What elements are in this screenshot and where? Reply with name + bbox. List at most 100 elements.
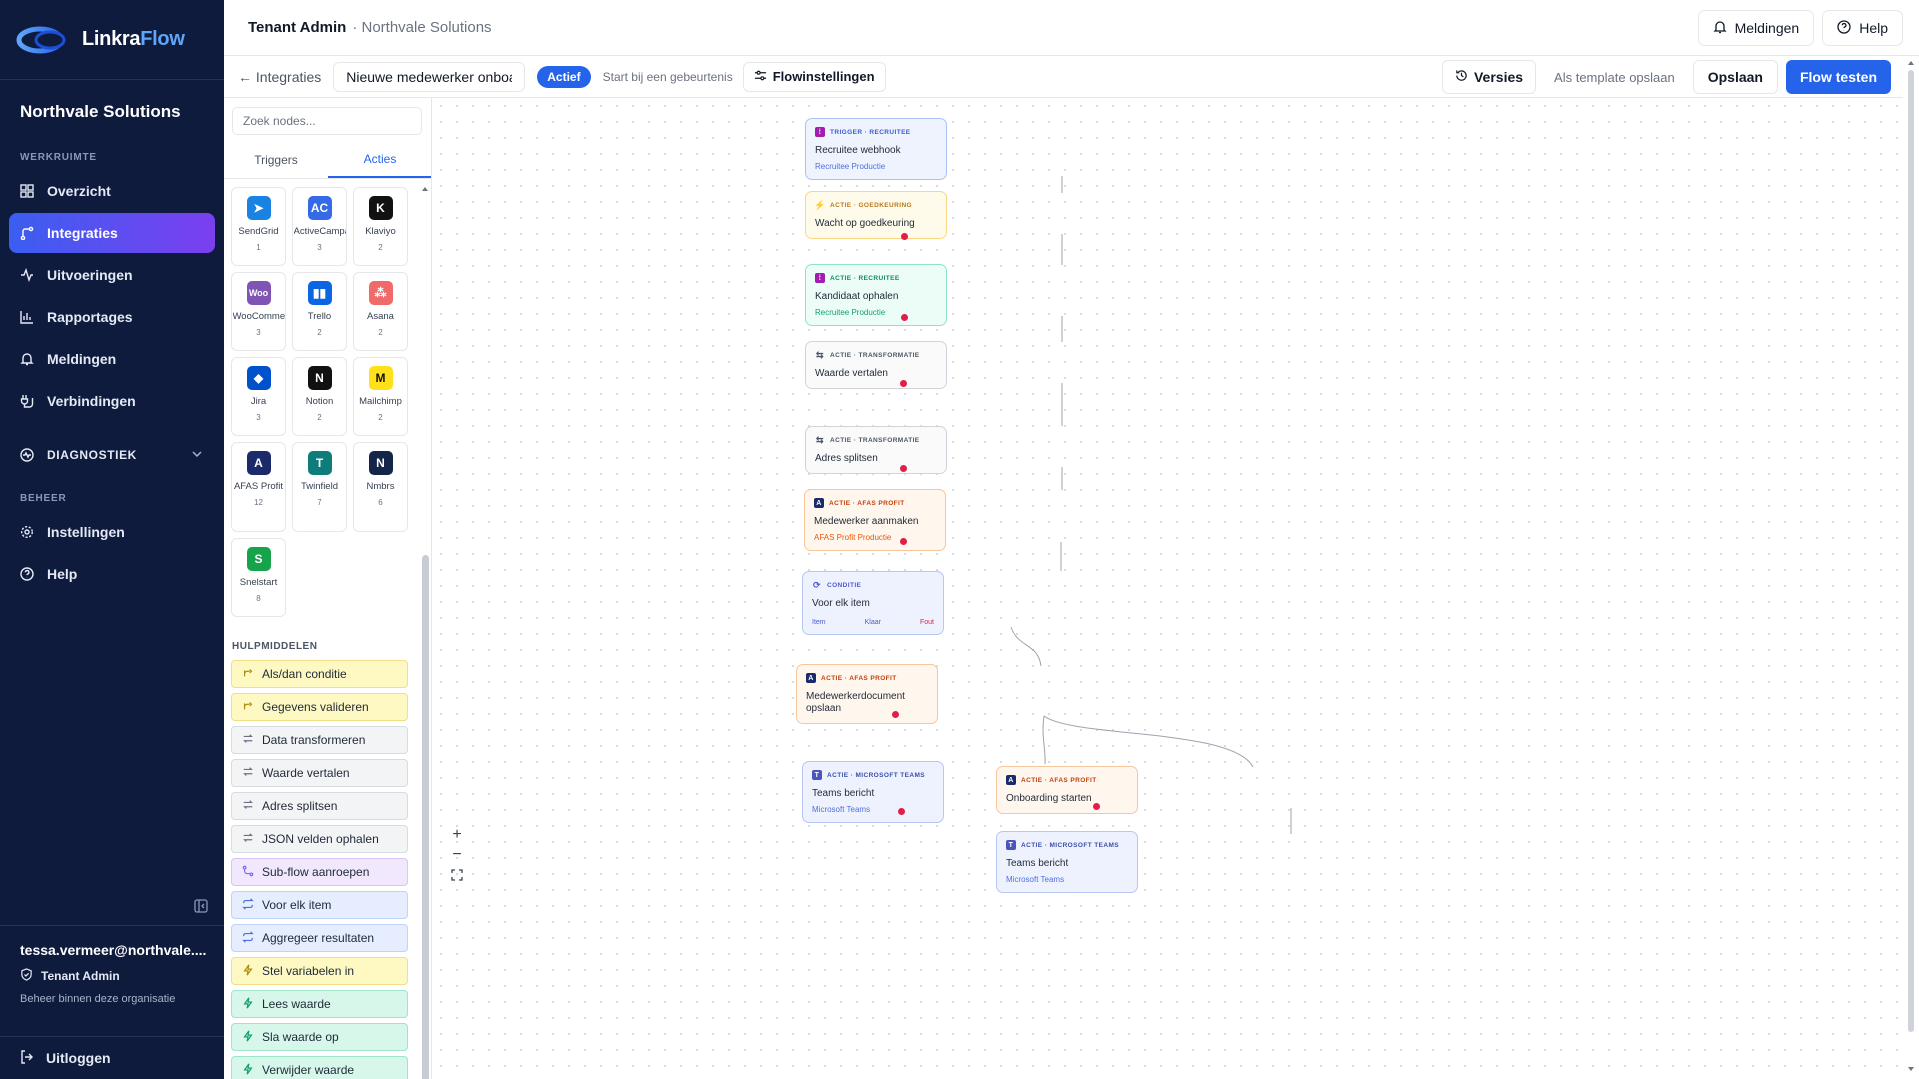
flow-name-input[interactable] [333,61,526,92]
branch-icon [242,700,254,715]
sidebar-item-verbindingen[interactable]: Verbindingen [9,381,215,421]
flow-node[interactable]: A ACTIE · AFAS PROFIT Onboarding starten [996,766,1138,814]
node-title: Teams bericht [1006,858,1069,869]
sidebar-collapse-icon[interactable] [194,899,208,918]
action-tile[interactable]: Woo WooCommerce 3 [231,272,286,351]
test-flow-button[interactable]: Flow testen [1785,60,1891,94]
flow-node[interactable]: ⁞ TRIGGER · RECRUITEE Recruitee webhook Rec… [805,118,947,180]
action-tile[interactable]: M Mailchimp 2 [353,357,408,436]
hulpmiddel-item[interactable]: JSON velden ophalen [231,825,408,853]
action-tile[interactable]: AC ActiveCampaign 3 [292,187,347,266]
save-button[interactable]: Opslaan [1692,60,1778,94]
hulpmiddel-item[interactable]: Sub-flow aanroepen [231,858,408,886]
hulpmiddel-item[interactable]: Aggregeer resultaten [231,924,408,952]
flow-node[interactable]: T ACTIE · MICROSOFT TEAMS Teams bericht Mic… [996,831,1138,893]
node-title: Teams bericht [812,788,875,799]
teams-icon: T [1006,840,1016,850]
sidebar-item-rapportages[interactable]: Rapportages [9,297,215,337]
node-search-input[interactable] [232,107,422,135]
hulpmiddel-item[interactable]: Sla waarde op [231,1023,408,1051]
error-port-handle[interactable] [892,711,899,718]
tab-triggers[interactable]: Triggers [224,142,328,178]
error-port-handle[interactable] [900,380,907,387]
palette-scrollbar-thumb[interactable] [422,555,429,1079]
sidebar-item-uitvoeringen[interactable]: Uitvoeringen [9,255,215,295]
zoom-out-button[interactable]: − [448,846,466,864]
save-template-button[interactable]: Als template opslaan [1544,70,1685,85]
back-to-integraties-link[interactable]: ← Integraties [238,69,321,85]
zoom-in-button[interactable]: + [448,826,466,844]
action-tile-count: 2 [378,243,383,252]
flow-node[interactable]: ⟳ CONDITIE Voor elk item Item Klaar Fout [802,571,944,635]
sidebar-item-help[interactable]: Help [9,554,215,594]
node-connection: Recruitee Productie [815,308,886,317]
sidebar-group-diagnostiek[interactable]: DIAGNOSTIEK [9,435,215,475]
error-port-handle[interactable] [1093,803,1100,810]
error-port-handle[interactable] [901,233,908,240]
sidebar-item-overzicht[interactable]: Overzicht [9,171,215,211]
node-port-klaar[interactable]: Klaar [865,619,881,626]
sidebar-item-instellingen[interactable]: Instellingen [9,512,215,552]
flow-node[interactable]: ⚡ ACTIE · GOEDKEURING Wacht op goedkeuring [805,191,947,240]
page-scrollbar[interactable] [1903,56,1919,1079]
hulpmiddel-item[interactable]: Data transformeren [231,726,408,754]
org-name: Northvale Solutions [20,102,181,121]
action-tile[interactable]: ➤ SendGrid 1 [231,187,286,266]
flow-settings-button[interactable]: Flowinstellingen [742,61,886,92]
action-tile[interactable]: ⁂ Asana 2 [353,272,408,351]
palette-scrollbar[interactable] [421,185,429,1079]
page-scrollbar-thumb[interactable] [1908,70,1914,1032]
flow-node[interactable]: ⇆ ACTIE · TRANSFORMATIE Adres splitsen [805,426,947,474]
flow-node[interactable]: A ACTIE · AFAS PROFIT Medewerker aanmaken A… [804,489,946,551]
hulpmiddel-item[interactable]: Gegevens valideren [231,693,408,721]
action-tile[interactable]: T Twinfield 7 [292,442,347,532]
scroll-up-arrow-icon[interactable] [421,185,429,193]
scroll-down-arrow-icon[interactable] [1903,1064,1919,1074]
action-tile-label: Klaviyo [365,226,396,237]
logout-button[interactable]: Uitloggen [0,1036,224,1079]
bell-icon [1713,20,1727,37]
error-port-handle[interactable] [898,808,905,815]
hulpmiddel-item[interactable]: Stel variabelen in [231,957,408,985]
tab-acties[interactable]: Acties [328,142,431,178]
action-tile-label: Twinfield [301,481,338,492]
node-port-item[interactable]: Item [812,619,826,626]
hulpmiddel-item[interactable]: Adres splitsen [231,792,408,820]
error-port-handle[interactable] [900,538,907,545]
brand-logo[interactable]: LinkraFlow [0,0,224,80]
sidebar-item-integraties[interactable]: Integraties [9,213,215,253]
action-tile[interactable]: S Snelstart 8 [231,538,286,617]
flow-canvas[interactable]: ⁞ TRIGGER · RECRUITEE Recruitee webhook Rec… [433,98,1903,1079]
status-badge[interactable]: Actief [537,65,591,88]
help-button[interactable]: Help [1822,10,1903,46]
integration-logo-icon: ➤ [246,196,271,220]
hulpmiddel-item[interactable]: Verwijder waarde [231,1056,408,1079]
action-tile-label: ActiveCampaign [293,226,346,237]
hulpmiddel-item[interactable]: Voor elk item [231,891,408,919]
sidebar-item-meldingen[interactable]: Meldingen [9,339,215,379]
fit-view-button[interactable] [448,866,466,884]
arrows-icon [242,733,254,748]
error-port-handle[interactable] [901,314,908,321]
notifications-button[interactable]: Meldingen [1697,10,1815,46]
sidebar-item-label: Overzicht [47,183,111,199]
node-port-fout[interactable]: Fout [920,619,934,626]
flow-node[interactable]: T ACTIE · MICROSOFT TEAMS Teams bericht Mic… [802,761,944,823]
action-tile[interactable]: N Notion 2 [292,357,347,436]
hulpmiddel-item[interactable]: Lees waarde [231,990,408,1018]
hulpmiddel-item[interactable]: Waarde vertalen [231,759,408,787]
action-tile[interactable]: N Nmbrs 6 [353,442,408,532]
flow-node[interactable]: ⇆ ACTIE · TRANSFORMATIE Waarde vertalen [805,341,947,389]
flow-node[interactable]: ⁞ ACTIE · RECRUITEE Kandidaat ophalen Recru… [805,264,947,326]
action-tile[interactable]: ▮▮ Trello 2 [292,272,347,351]
arrows-icon: ⇆ [816,434,824,445]
versions-button[interactable]: Versies [1441,60,1537,94]
flow-node[interactable]: A ACTIE · AFAS PROFIT Medewerkerdocument o… [796,664,938,724]
action-tile[interactable]: A AFAS Profit 12 [231,442,286,532]
action-tile[interactable]: ◆ Jira 3 [231,357,286,436]
action-tile[interactable]: K Klaviyo 2 [353,187,408,266]
scroll-up-arrow-icon[interactable] [1903,58,1919,68]
hulpmiddel-item[interactable]: Als/dan conditie [231,660,408,688]
error-port-handle[interactable] [900,465,907,472]
action-tile-count: 8 [256,594,261,603]
